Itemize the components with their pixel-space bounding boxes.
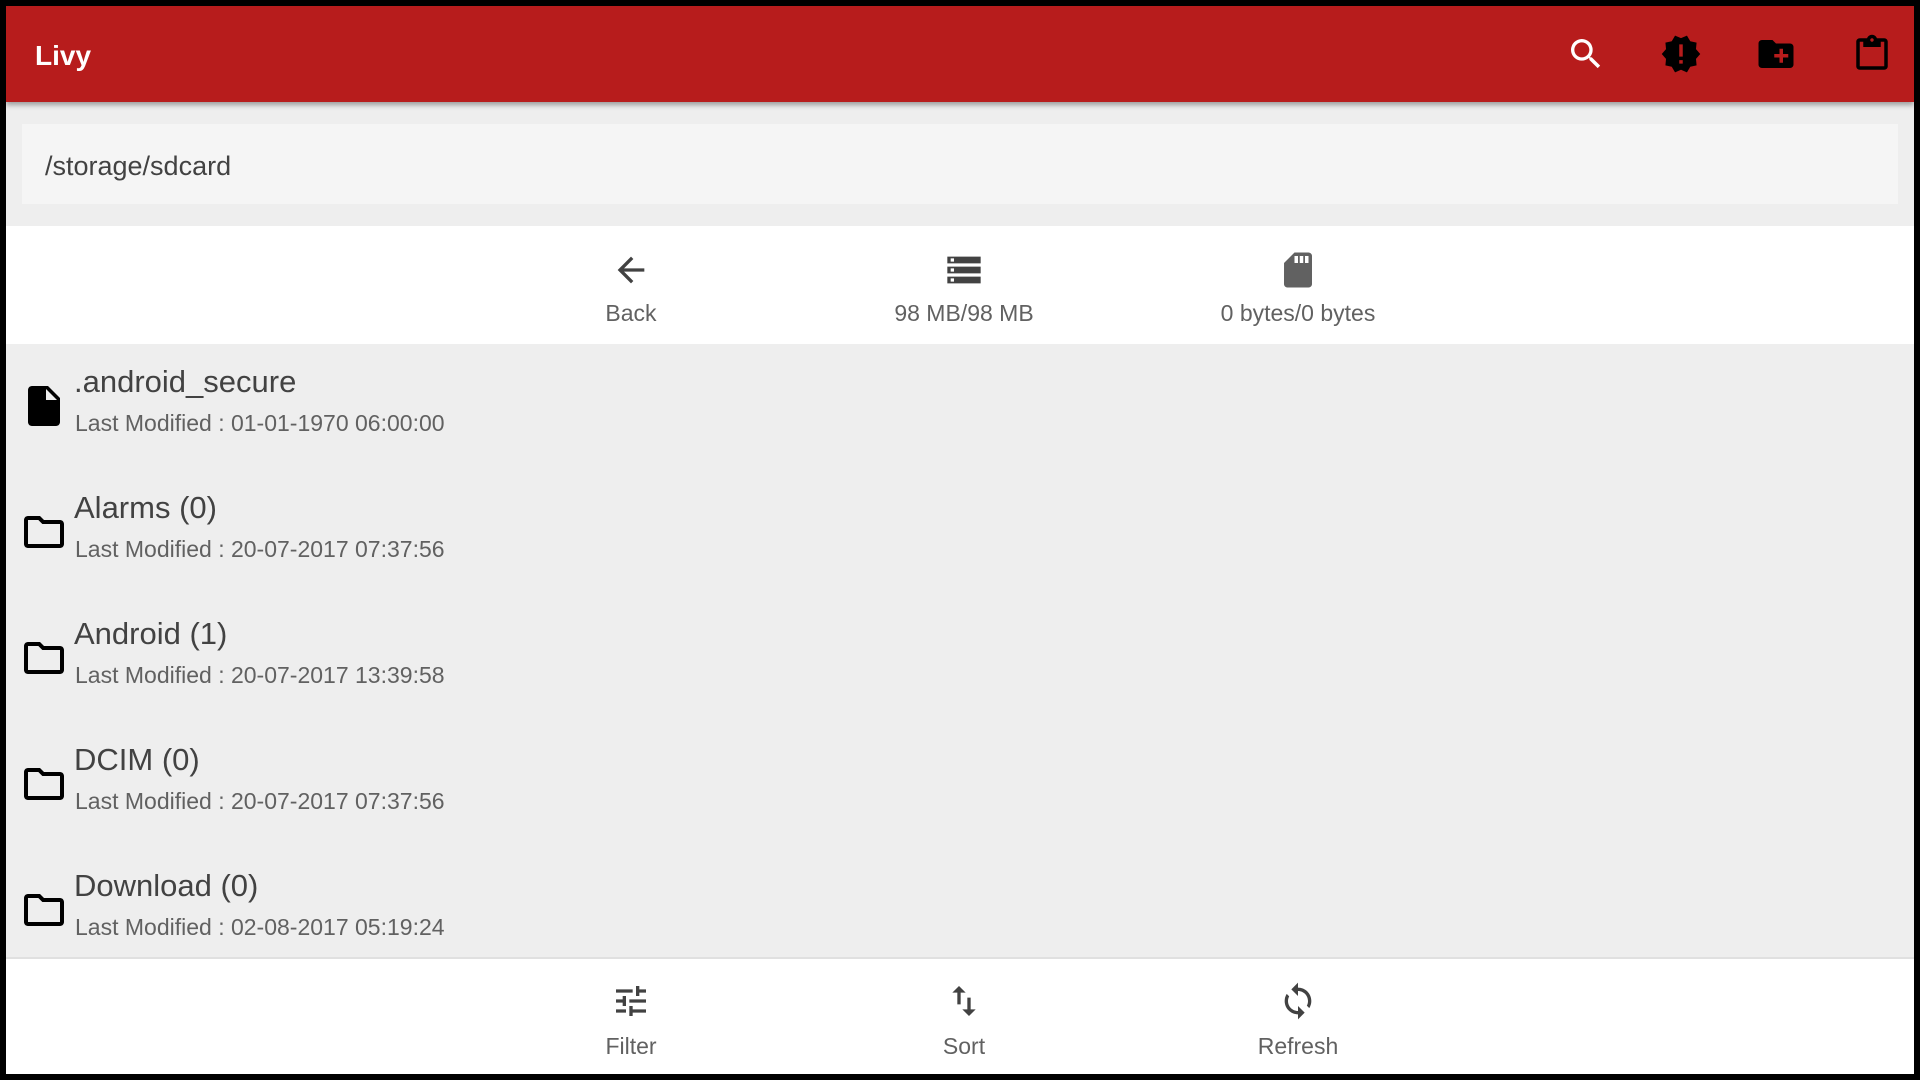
back-button[interactable]: Back: [501, 226, 761, 344]
folder-icon: [20, 634, 68, 682]
filter-label: Filter: [605, 1033, 657, 1059]
list-item[interactable]: Download (0) Last Modified : 02-08-2017 …: [6, 848, 1914, 957]
file-name: Download (0): [74, 868, 259, 903]
filter-sliders-icon: [611, 981, 651, 1021]
file-name: Android (1): [74, 616, 228, 651]
current-path: /storage/sdcard: [45, 151, 232, 181]
internal-storage-usage: 98 MB/98 MB: [894, 300, 1034, 326]
app-bar: Livy: [6, 6, 1914, 102]
folder-icon: [20, 508, 68, 556]
sort-label: Sort: [942, 1033, 986, 1059]
path-field[interactable]: /storage/sdcard: [22, 124, 1898, 204]
list-item[interactable]: Alarms (0) Last Modified : 20-07-2017 07…: [6, 470, 1914, 596]
file-last-modified: Last Modified : 02-08-2017 05:19:24: [75, 914, 445, 940]
file-last-modified: Last Modified : 20-07-2017 07:37:56: [75, 536, 445, 562]
file-name: DCIM (0): [74, 742, 200, 777]
refresh-icon: [1278, 981, 1318, 1021]
alert-badge-icon[interactable]: [1657, 30, 1705, 78]
sort-arrows-icon: [944, 981, 984, 1021]
sd-card-button[interactable]: 0 bytes/0 bytes: [1168, 226, 1428, 344]
back-label: Back: [605, 300, 657, 326]
file-last-modified: Last Modified : 20-07-2017 13:39:58: [75, 662, 445, 688]
file-list: .android_secure Last Modified : 01-01-19…: [6, 344, 1914, 957]
sort-button[interactable]: Sort: [834, 959, 1094, 1074]
app-window: Livy /storage/sdcard Back 98 MB/98 MB 0 …: [6, 6, 1914, 1074]
list-item[interactable]: .android_secure Last Modified : 01-01-19…: [6, 344, 1914, 470]
new-folder-icon[interactable]: [1752, 30, 1800, 78]
file-last-modified: Last Modified : 01-01-1970 06:00:00: [75, 410, 445, 436]
internal-storage-button[interactable]: 98 MB/98 MB: [834, 226, 1094, 344]
sd-card-usage: 0 bytes/0 bytes: [1220, 300, 1376, 326]
refresh-button[interactable]: Refresh: [1168, 959, 1428, 1074]
refresh-label: Refresh: [1257, 1033, 1339, 1059]
arrow-back-icon: [611, 250, 651, 290]
file-name: .android_secure: [74, 364, 297, 399]
search-icon[interactable]: [1562, 30, 1610, 78]
storage-toolbar: Back 98 MB/98 MB 0 bytes/0 bytes: [6, 226, 1914, 344]
folder-icon: [20, 886, 68, 934]
path-bar: /storage/sdcard: [6, 102, 1914, 226]
list-item[interactable]: DCIM (0) Last Modified : 20-07-2017 07:3…: [6, 722, 1914, 848]
filter-button[interactable]: Filter: [501, 959, 761, 1074]
bottom-toolbar: Filter Sort Refresh: [6, 957, 1914, 1074]
folder-icon: [20, 760, 68, 808]
file-icon: [20, 382, 68, 430]
file-last-modified: Last Modified : 20-07-2017 07:37:56: [75, 788, 445, 814]
app-title: Livy: [35, 40, 92, 71]
clipboard-icon[interactable]: [1848, 30, 1896, 78]
file-name: Alarms (0): [74, 490, 217, 525]
storage-list-icon: [942, 250, 986, 290]
sd-card-icon: [1277, 250, 1319, 290]
list-item[interactable]: Android (1) Last Modified : 20-07-2017 1…: [6, 596, 1914, 722]
